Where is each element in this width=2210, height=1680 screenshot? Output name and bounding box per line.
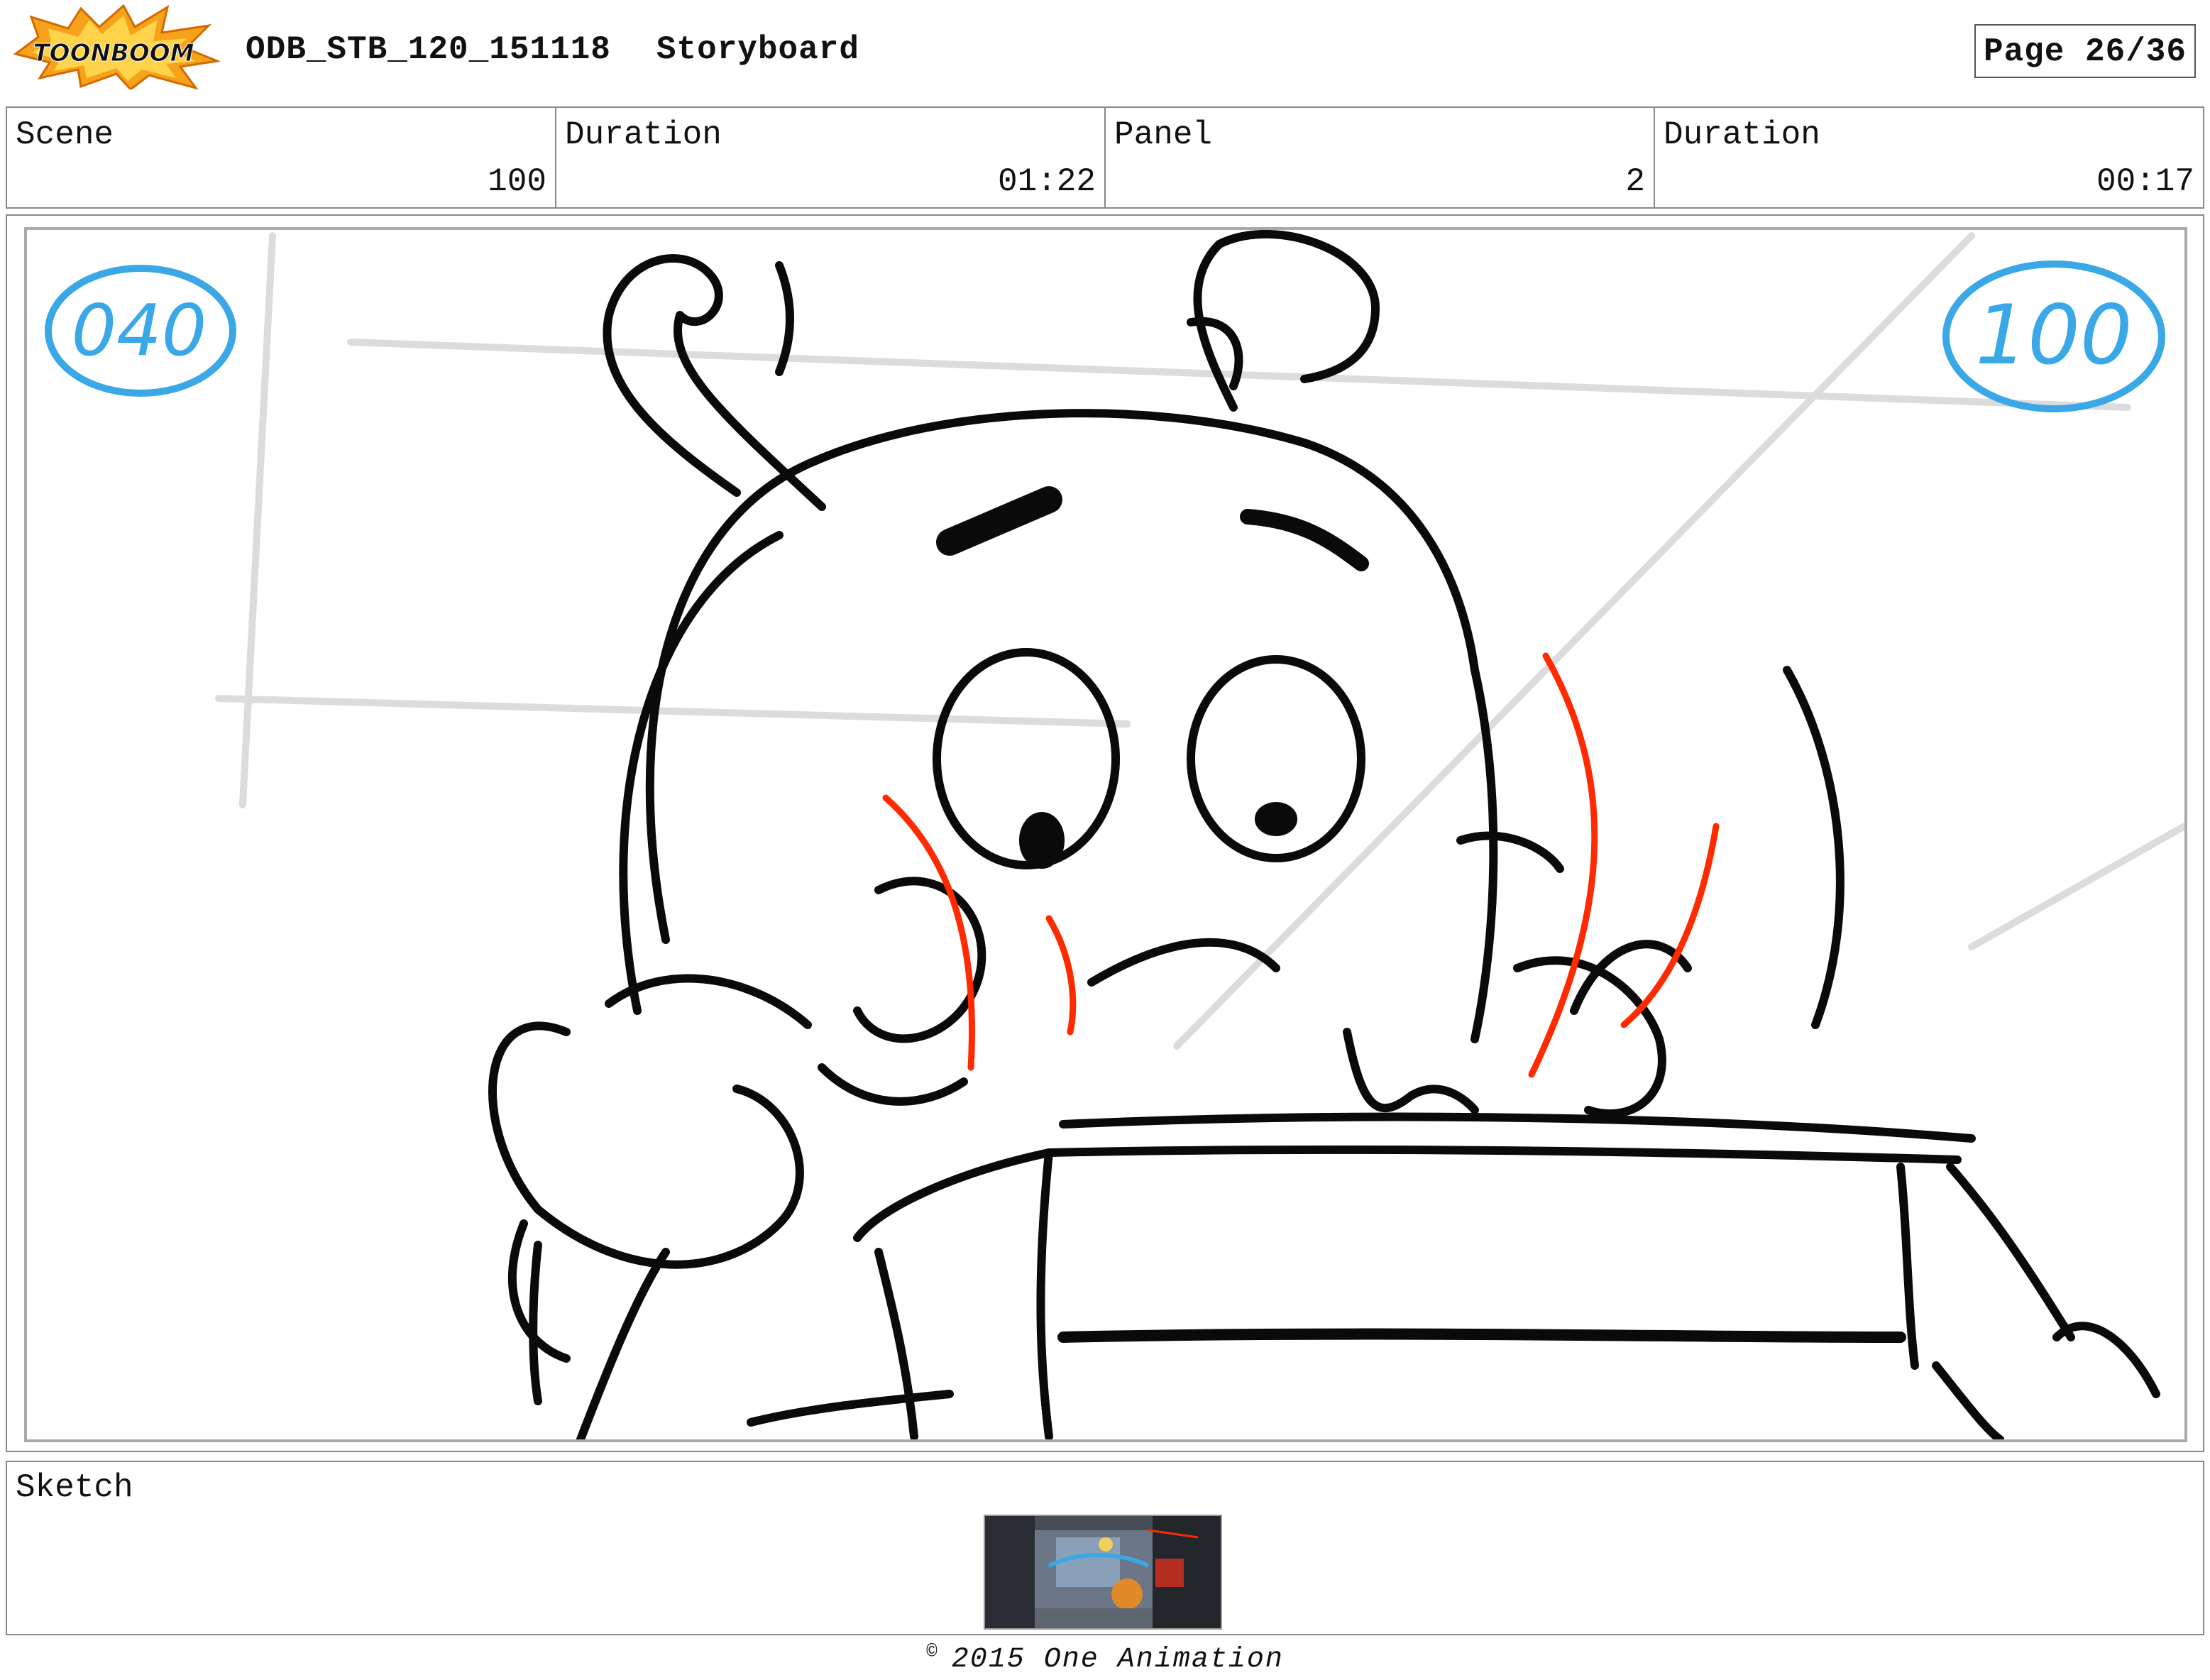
right-scene-marker: 100 [1942, 260, 2165, 412]
document-title: ODB_STB_120_151118 Storyboard [246, 31, 859, 68]
page-number-box: Page 26/36 [1974, 24, 2196, 78]
sketch-section: Sketch [6, 1461, 2204, 1635]
character-sketch [488, 230, 2160, 1439]
perspective-guides [215, 232, 2184, 1050]
panel-duration-value: 00:17 [2096, 163, 2194, 200]
panel-duration-label: Duration [1664, 116, 1820, 153]
scene-duration-label: Duration [565, 116, 722, 153]
scene-label: Scene [16, 116, 114, 153]
right-marker-text: 100 [1975, 287, 2132, 383]
logo-text: TOONBOOM [33, 39, 194, 67]
toonboom-logo: TOONBOOM [10, 4, 221, 92]
scene-value: 100 [488, 163, 546, 200]
left-marker-text: 040 [72, 289, 207, 372]
storyboard-panel-frame: 040 100 [6, 214, 2204, 1452]
scene-duration-cell: Duration 01:22 [556, 108, 1106, 207]
panel-value: 2 [1625, 163, 1645, 200]
project-code: ODB_STB_120_151118 [246, 31, 611, 68]
copyright-text: 2015 One Animation [951, 1644, 1284, 1676]
sketch-thumbnail[interactable] [984, 1515, 1222, 1630]
panel-duration-cell: Duration 00:17 [1655, 108, 2203, 207]
sketch-label: Sketch [16, 1469, 133, 1506]
left-scene-marker: 040 [45, 265, 236, 397]
page-number: Page 26/36 [1983, 33, 2187, 70]
copyright-symbol: © [926, 1641, 939, 1662]
document-type: Storyboard [656, 31, 859, 68]
panel-label: Panel [1114, 116, 1213, 153]
copyright-footer: © 2015 One Animation [0, 1641, 2210, 1676]
panel-cell: Panel 2 [1106, 108, 1655, 207]
storyboard-panel-image: 040 100 [24, 227, 2187, 1442]
scene-cell: Scene 100 [7, 108, 556, 207]
scene-duration-value: 01:22 [997, 163, 1096, 200]
scene-info-row: Scene 100 Duration 01:22 Panel 2 Duratio… [6, 106, 2204, 209]
